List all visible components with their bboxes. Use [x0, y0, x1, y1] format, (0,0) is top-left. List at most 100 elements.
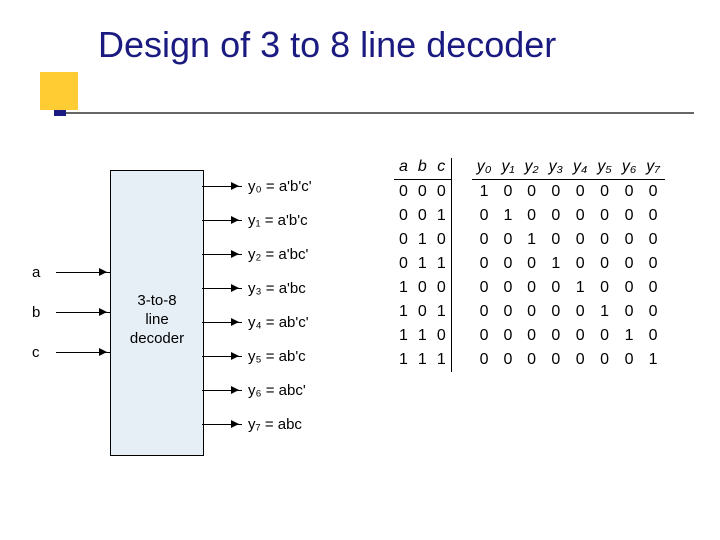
tt-cell: 0	[520, 276, 544, 300]
tt-cell: 0	[472, 300, 497, 324]
tt-cell: 1	[520, 228, 544, 252]
tt-cell: 1	[413, 324, 432, 348]
tt-cell: 0	[544, 300, 568, 324]
tt-cell: 0	[568, 252, 592, 276]
tt-cell: 0	[617, 204, 641, 228]
tt-cell: 1	[394, 348, 413, 372]
tt-cell: 0	[520, 180, 544, 205]
tt-head-y3: y₃	[544, 158, 568, 180]
tt-cell: 0	[496, 228, 519, 252]
tt-cell: 0	[641, 180, 665, 205]
tt-cell: 0	[472, 348, 497, 372]
decoder-label-line2: line	[145, 311, 168, 328]
tt-head-y1: y₁	[496, 158, 519, 180]
arrow-in-a	[56, 272, 110, 273]
arrow-in-c	[56, 352, 110, 353]
tt-head-y0: y₀	[472, 158, 497, 180]
tt-cell: 0	[592, 252, 616, 276]
truth-table-header: a b c y₀ y₁ y₂ y₃ y₄ y₅ y₆ y₇	[394, 158, 665, 180]
tt-cell: 0	[641, 204, 665, 228]
decoder-diagram: 3-to-8 line decoder a b c y₀ = a'b'c' y₁…	[32, 160, 372, 480]
tt-cell: 1	[413, 228, 432, 252]
tt-cell: 0	[544, 348, 568, 372]
tt-cell: 1	[432, 348, 451, 372]
tt-cell: 0	[413, 276, 432, 300]
slide-title: Design of 3 to 8 line decoder	[98, 24, 556, 66]
tt-cell: 0	[544, 324, 568, 348]
tt-head-y2: y₂	[520, 158, 544, 180]
tt-cell: 0	[592, 348, 616, 372]
tt-cell: 0	[432, 276, 451, 300]
tt-head-a: a	[394, 158, 413, 180]
arrow-out-y1	[202, 220, 242, 221]
table-row: 10100000100	[394, 300, 665, 324]
tt-cell: 0	[544, 276, 568, 300]
tt-cell: 0	[394, 180, 413, 205]
output-expr-y5: y₅ = ab'c	[248, 348, 306, 365]
tt-cell: 1	[432, 204, 451, 228]
tt-cell: 0	[592, 204, 616, 228]
tt-cell: 0	[520, 204, 544, 228]
tt-cell: 0	[496, 180, 519, 205]
tt-cell: 0	[568, 180, 592, 205]
tt-cell: 0	[641, 300, 665, 324]
tt-cell: 1	[592, 300, 616, 324]
input-label-c: c	[32, 344, 50, 361]
tt-cell: 0	[472, 324, 497, 348]
tt-cell: 0	[432, 228, 451, 252]
tt-cell: 0	[496, 324, 519, 348]
table-row: 01000100000	[394, 228, 665, 252]
tt-cell: 1	[496, 204, 519, 228]
output-expr-y4: y₄ = ab'c'	[248, 314, 309, 331]
tt-cell: 1	[413, 348, 432, 372]
tt-cell: 0	[520, 300, 544, 324]
tt-cell: 0	[520, 324, 544, 348]
output-expr-y3: y₃ = a'bc	[248, 280, 306, 297]
output-expr-y6: y₆ = abc'	[248, 382, 306, 399]
truth-table: a b c y₀ y₁ y₂ y₃ y₄ y₅ y₆ y₇ 0001000000…	[394, 158, 665, 372]
tt-cell: 0	[617, 276, 641, 300]
arrow-out-y2	[202, 254, 242, 255]
table-row: 00101000000	[394, 204, 665, 228]
arrow-out-y0	[202, 186, 242, 187]
tt-head-c: c	[432, 158, 451, 180]
tt-cell: 0	[472, 276, 497, 300]
tt-cell: 0	[592, 180, 616, 205]
tt-cell: 1	[432, 300, 451, 324]
tt-cell: 1	[568, 276, 592, 300]
tt-cell: 1	[394, 324, 413, 348]
table-row: 01100010000	[394, 252, 665, 276]
input-label-b: b	[32, 304, 50, 321]
tt-cell: 1	[394, 276, 413, 300]
table-row: 10000001000	[394, 276, 665, 300]
tt-cell: 0	[568, 324, 592, 348]
tt-cell: 0	[592, 324, 616, 348]
output-expr-y2: y₂ = a'bc'	[248, 246, 308, 263]
tt-cell: 0	[394, 204, 413, 228]
table-row: 00010000000	[394, 180, 665, 205]
tt-cell: 0	[413, 204, 432, 228]
tt-cell: 0	[413, 180, 432, 205]
decoder-box-label: 3-to-8 line decoder	[111, 291, 203, 348]
tt-head-y7: y₇	[641, 158, 665, 180]
tt-cell: 0	[641, 276, 665, 300]
arrow-out-y3	[202, 288, 242, 289]
tt-cell: 0	[617, 252, 641, 276]
tt-cell: 0	[568, 228, 592, 252]
tt-head-y4: y₄	[568, 158, 592, 180]
tt-cell: 0	[472, 228, 497, 252]
divider-notch	[54, 110, 66, 116]
tt-cell: 0	[568, 204, 592, 228]
arrow-in-b	[56, 312, 110, 313]
tt-cell: 0	[641, 228, 665, 252]
tt-cell: 1	[472, 180, 497, 205]
tt-cell: 0	[472, 252, 497, 276]
tt-cell: 0	[394, 228, 413, 252]
tt-cell: 0	[496, 252, 519, 276]
arrow-out-y6	[202, 390, 242, 391]
tt-cell: 0	[617, 348, 641, 372]
output-expr-y1: y₁ = a'b'c	[248, 212, 308, 229]
decoder-label-line3: decoder	[130, 330, 184, 347]
tt-cell: 0	[544, 228, 568, 252]
tt-head-b: b	[413, 158, 432, 180]
